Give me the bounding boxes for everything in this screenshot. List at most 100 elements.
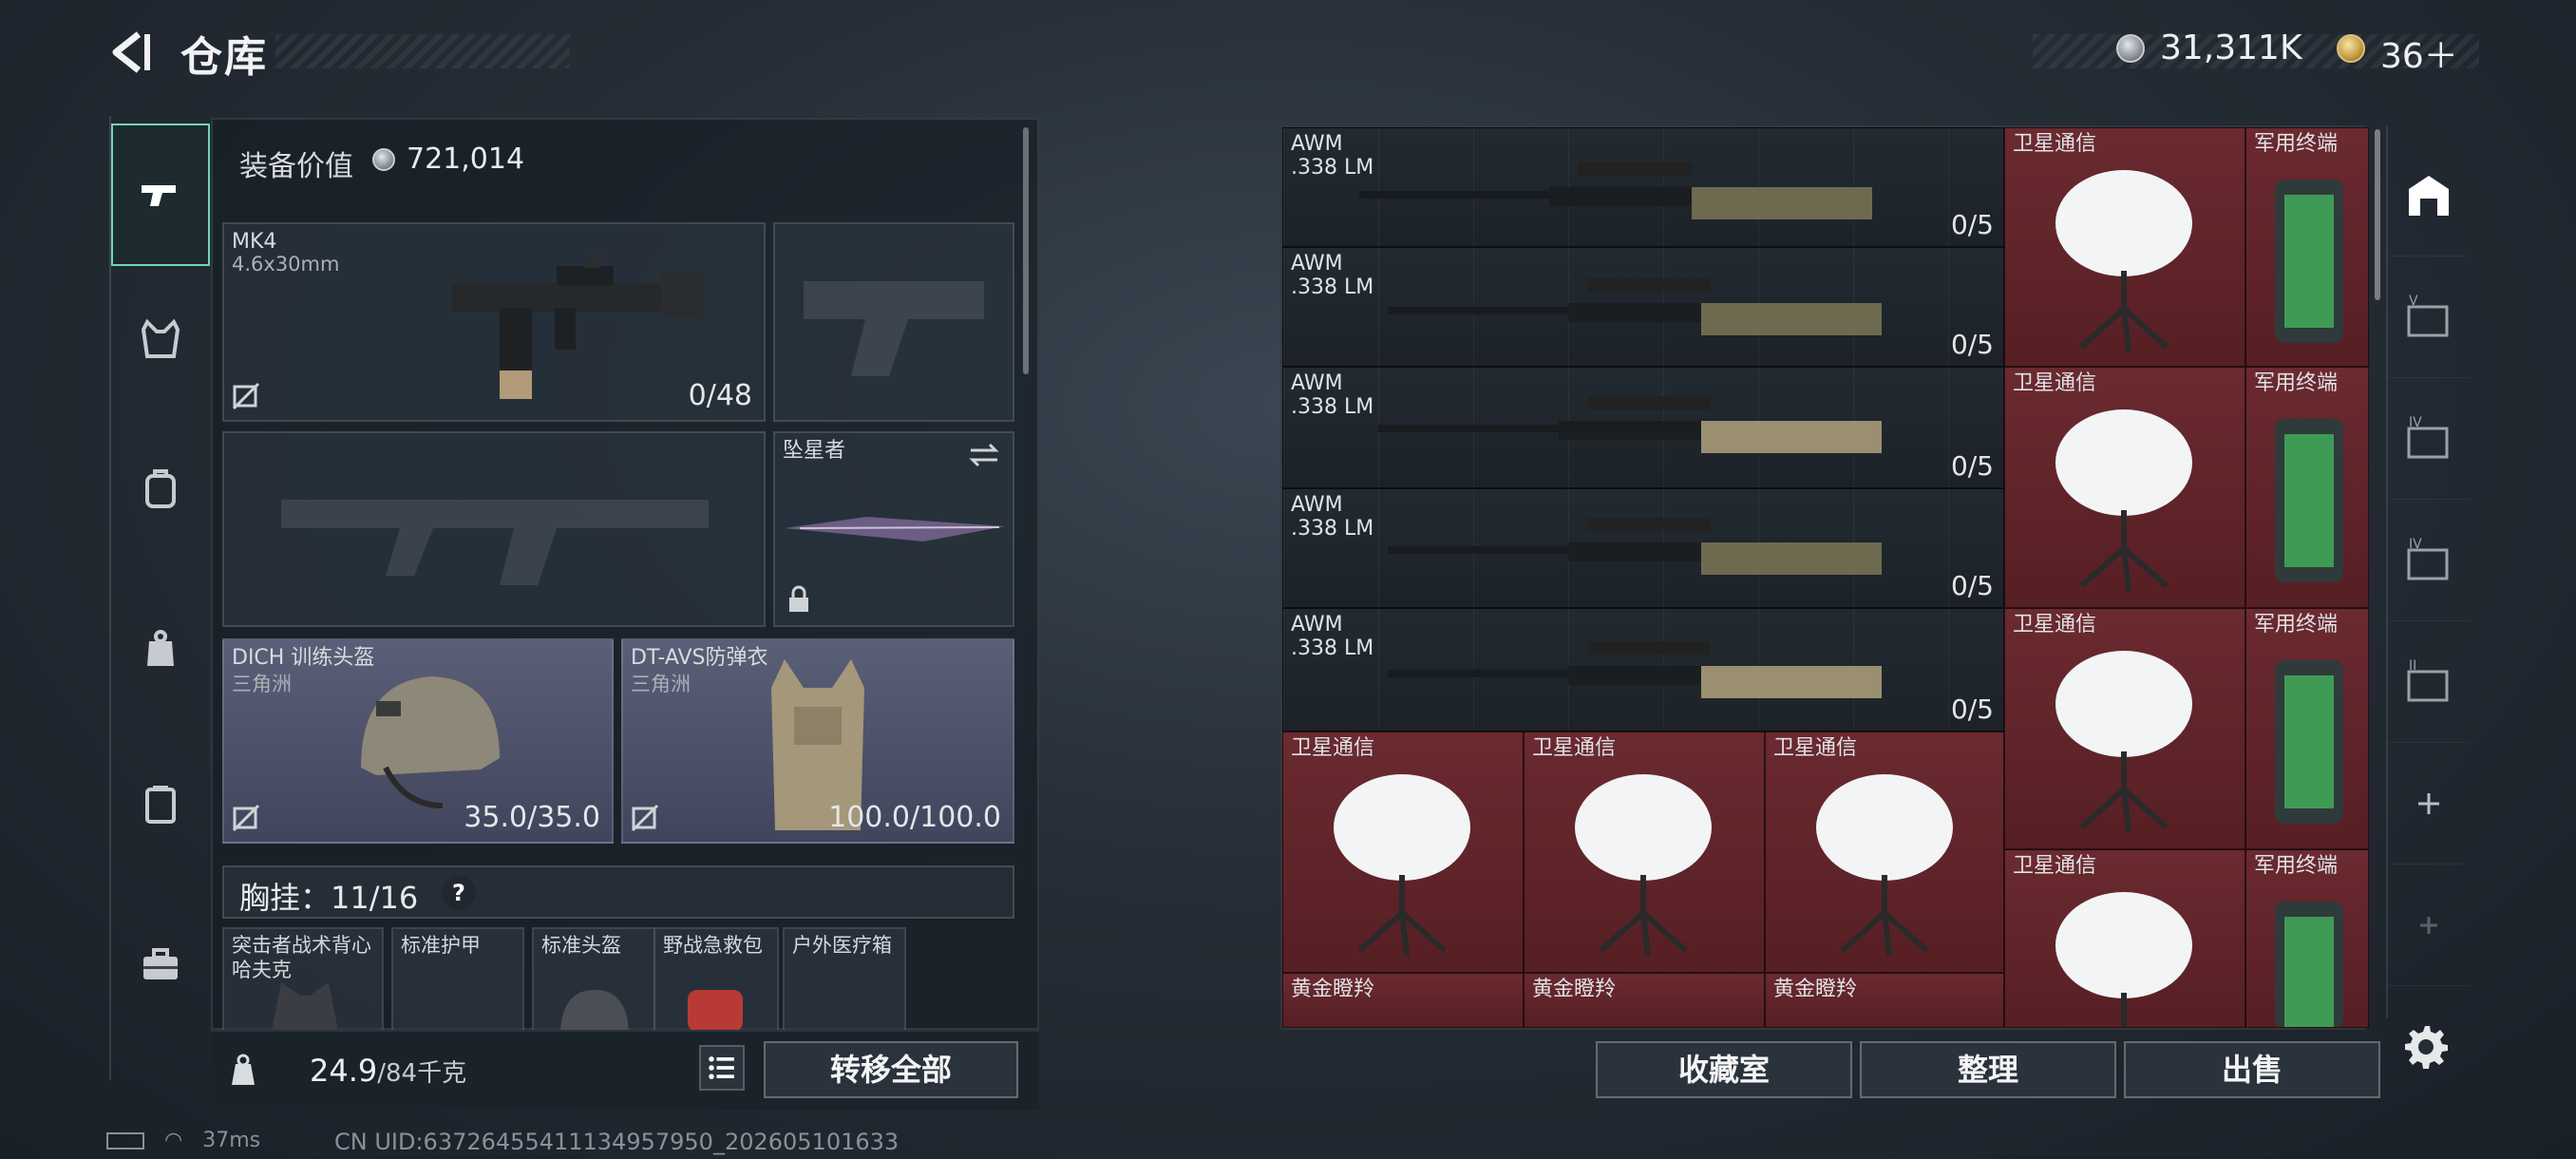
- sort-button[interactable]: 整理: [1860, 1041, 2116, 1098]
- category-toolbox[interactable]: [111, 893, 210, 1036]
- plus-icon: [2418, 792, 2439, 814]
- weapon-name: MK4: [232, 230, 277, 254]
- storage-item-gold-gazelle[interactable]: 黄金瞪羚: [1765, 973, 2004, 1028]
- storage-item-satellite[interactable]: 卫星通信: [1765, 732, 2004, 973]
- item-name: AWM .338 LM: [1291, 371, 1374, 419]
- rig-item[interactable]: 标准头盔: [532, 927, 655, 1032]
- military-terminal-image: [2275, 660, 2343, 824]
- storage-item-terminal[interactable]: 军用终端: [2245, 849, 2369, 1028]
- vest-thumbnail: [272, 982, 338, 1032]
- rifle-image: [452, 251, 703, 399]
- helmet-thumbnail: [560, 990, 629, 1032]
- storage-section-5[interactable]: V: [2388, 256, 2470, 378]
- satellite-dish-image: [2055, 170, 2192, 352]
- add-storage-button[interactable]: [2388, 743, 2470, 864]
- storage-item-awm[interactable]: AWM .338 LM 0/5: [1282, 367, 2004, 488]
- collection-room-button[interactable]: 收藏室: [1596, 1041, 1852, 1098]
- category-vest[interactable]: [111, 268, 210, 410]
- svg-text:IV: IV: [2409, 537, 2422, 552]
- storage-item-awm[interactable]: AWM .338 LM 0/5: [1282, 127, 2004, 247]
- primary-weapon-slot[interactable]: MK4 4.6x30mm 0/48: [222, 222, 766, 422]
- storage-item-satellite[interactable]: 卫星通信: [2004, 367, 2245, 608]
- item-ammo-count: 0/5: [1950, 570, 1994, 601]
- storage-box-iv-icon: IV: [2407, 415, 2449, 458]
- svg-text:II: II: [2409, 658, 2416, 674]
- network-status: ◠ 37ms: [106, 1129, 260, 1152]
- helmet-slot[interactable]: DICH 训练头盔 三角洲 35.0/35.0: [222, 638, 614, 844]
- sidearm-slot-empty[interactable]: [773, 222, 1014, 422]
- help-icon[interactable]: ?: [442, 876, 476, 910]
- item-name: 卫星通信: [1291, 736, 1375, 760]
- plus-icon: [2420, 916, 2437, 934]
- equipment-value-label: 装备价值: [239, 150, 353, 183]
- storage-item-satellite[interactable]: 卫星通信: [1282, 732, 1524, 973]
- helmet-sub: 三角洲: [232, 673, 292, 695]
- storage-item-terminal[interactable]: 军用终端: [2245, 127, 2369, 367]
- category-safebox[interactable]: [111, 733, 210, 876]
- sell-button[interactable]: 出售: [2124, 1041, 2380, 1098]
- storage-item-awm[interactable]: AWM .338 LM 0/5: [1282, 608, 2004, 732]
- storage-scrollbar[interactable]: [2375, 129, 2380, 300]
- category-weapons[interactable]: [111, 124, 210, 266]
- list-view-icon[interactable]: [699, 1045, 745, 1091]
- back-arrow-icon[interactable]: [106, 28, 154, 76]
- rig-item-name: 野战急救包: [663, 934, 763, 957]
- swap-icon[interactable]: [967, 441, 1001, 469]
- silver-currency[interactable]: 31,311K: [2160, 28, 2302, 67]
- storage-item-terminal[interactable]: 军用终端: [2245, 608, 2369, 849]
- rig-item-name: 突击者战术背心 哈夫克: [232, 934, 371, 981]
- battery-icon: [106, 1132, 144, 1150]
- equipment-scrollbar[interactable]: [1023, 127, 1029, 374]
- storage-box-v-icon: V: [2407, 294, 2449, 336]
- svg-text:IV: IV: [2409, 415, 2422, 430]
- storage-item-gold-gazelle[interactable]: 黄金瞪羚: [1524, 973, 1765, 1028]
- wifi-icon: ◠: [164, 1129, 183, 1152]
- storage-section-4a[interactable]: IV: [2388, 378, 2470, 500]
- transfer-all-button[interactable]: 转移全部: [764, 1041, 1018, 1098]
- storage-item-satellite[interactable]: 卫星通信: [2004, 127, 2245, 367]
- rig-item[interactable]: 标准护甲: [391, 927, 524, 1032]
- storage-item-gold-gazelle[interactable]: 黄金瞪羚: [1282, 973, 1524, 1028]
- toolbox-icon: [143, 948, 178, 979]
- armor-sub: 三角洲: [631, 673, 691, 695]
- item-name: 卫星通信: [1532, 736, 1617, 760]
- page-title: 仓库: [180, 33, 268, 82]
- item-ammo-count: 0/5: [1950, 450, 1994, 482]
- storage-section-2[interactable]: II: [2388, 621, 2470, 743]
- category-bar: [109, 116, 210, 1080]
- item-name: 卫星通信: [2013, 371, 2097, 395]
- add-storage-button-locked[interactable]: [2388, 864, 2470, 986]
- military-terminal-image: [2275, 419, 2343, 582]
- user-uid: CN UID:63726455411134957950_202605101633: [334, 1129, 900, 1155]
- rig-item[interactable]: 野战急救包: [653, 927, 779, 1032]
- gear-icon[interactable]: [2401, 1022, 2449, 1070]
- gold-currency[interactable]: 36＋: [2380, 28, 2458, 78]
- rig-item-name: 户外医疗箱: [792, 934, 892, 957]
- silver-coin-icon: [372, 148, 395, 171]
- item-ammo-count: 0/5: [1950, 694, 1994, 725]
- category-backpack[interactable]: [111, 418, 210, 560]
- storage-item-satellite[interactable]: 卫星通信: [1524, 732, 1765, 973]
- rig-item[interactable]: 户外医疗箱: [783, 927, 906, 1032]
- sniper-rifle-image: [1378, 396, 1882, 453]
- storage-section-4b[interactable]: IV: [2388, 500, 2470, 621]
- storage-item-satellite[interactable]: 卫星通信: [2004, 849, 2245, 1028]
- item-name: 军用终端: [2254, 613, 2339, 636]
- storage-item-awm[interactable]: AWM .338 LM 0/5: [1282, 247, 2004, 367]
- storage-item-satellite[interactable]: 卫星通信: [2004, 608, 2245, 849]
- sniper-rifle-image: [1388, 518, 1882, 575]
- backpack-icon: [145, 469, 176, 508]
- storage-section-main[interactable]: [2388, 135, 2470, 256]
- rig-item[interactable]: 突击者战术背心 哈夫克: [222, 927, 384, 1032]
- category-pouch[interactable]: [111, 578, 210, 720]
- melee-slot[interactable]: 坠星者: [773, 431, 1014, 627]
- no-insurance-icon: [232, 804, 260, 832]
- item-ammo-count: 0/5: [1950, 209, 1994, 240]
- no-insurance-icon: [631, 804, 659, 832]
- storage-item-awm[interactable]: AWM .338 LM 0/5: [1282, 488, 2004, 608]
- secondary-weapon-slot-empty[interactable]: [222, 431, 766, 627]
- armor-slot[interactable]: DT-AVS防弹衣 三角洲 100.0/100.0: [621, 638, 1014, 844]
- satellite-dish-image: [2055, 409, 2192, 592]
- item-name: AWM .338 LM: [1291, 252, 1374, 299]
- storage-item-terminal[interactable]: 军用终端: [2245, 367, 2369, 608]
